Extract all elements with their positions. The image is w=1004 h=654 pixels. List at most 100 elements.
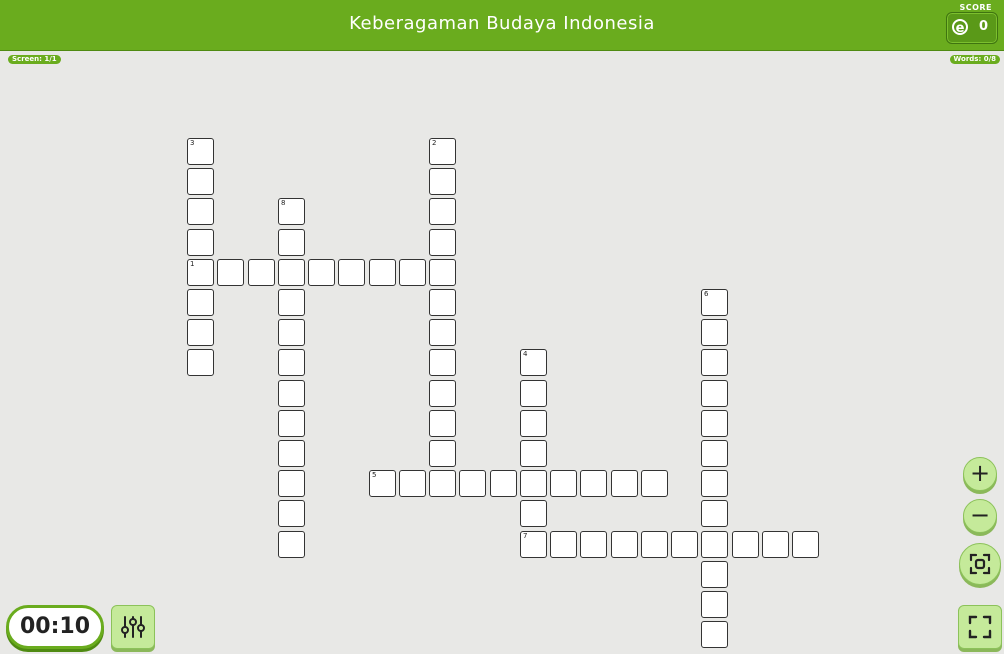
crossword-cell[interactable] (520, 380, 547, 407)
crossword-cell[interactable] (701, 500, 728, 527)
crossword-cell[interactable] (278, 531, 305, 558)
crossword-cell[interactable] (701, 621, 728, 648)
crossword-cell[interactable] (701, 591, 728, 618)
crossword-cell[interactable] (248, 259, 275, 286)
settings-button[interactable] (111, 605, 155, 649)
crossword-cell[interactable] (399, 470, 426, 497)
crossword-cell[interactable] (278, 440, 305, 467)
crossword-cell[interactable] (429, 440, 456, 467)
crossword-cell[interactable] (429, 259, 456, 286)
words-counter: Words: 0/8 (949, 55, 1000, 64)
crossword-cell[interactable] (308, 259, 335, 286)
crossword-cell[interactable]: 5 (369, 470, 396, 497)
clue-number: 3 (190, 139, 195, 147)
crossword-cell[interactable] (187, 319, 214, 346)
crossword-cell[interactable] (520, 470, 547, 497)
crossword-cell[interactable] (550, 531, 577, 558)
clue-number: 5 (372, 471, 377, 479)
crossword-cell[interactable] (429, 229, 456, 256)
clue-number: 4 (523, 350, 528, 358)
crossword-cell[interactable] (187, 198, 214, 225)
screen-counter: Screen: 1/1 (8, 55, 61, 64)
crossword-cell[interactable] (580, 470, 607, 497)
crossword-cell[interactable] (701, 349, 728, 376)
crossword-cell[interactable]: 6 (701, 289, 728, 316)
crossword-cell[interactable] (187, 168, 214, 195)
crossword-cell[interactable] (701, 561, 728, 588)
crossword-cell[interactable] (490, 470, 517, 497)
score-display: e 0 (946, 12, 998, 44)
sliders-icon (121, 616, 145, 638)
crossword-cell[interactable] (338, 259, 365, 286)
crossword-cell[interactable] (520, 500, 547, 527)
score-value: 0 (979, 19, 989, 34)
crossword-cell[interactable] (429, 168, 456, 195)
header-bar: Keberagaman Budaya Indonesia SCORE e 0 (0, 0, 1004, 51)
crossword-cell[interactable] (762, 531, 789, 558)
crossword-cell[interactable] (429, 410, 456, 437)
crossword-cell[interactable] (701, 470, 728, 497)
crossword-cell[interactable] (278, 380, 305, 407)
crossword-cell[interactable]: 1 (187, 259, 214, 286)
crossword-cell[interactable] (520, 410, 547, 437)
crossword-cell[interactable] (278, 259, 305, 286)
crossword-cell[interactable]: 7 (520, 531, 547, 558)
crossword-cell[interactable] (217, 259, 244, 286)
crossword-cell[interactable] (701, 531, 728, 558)
crossword-cell[interactable] (429, 289, 456, 316)
crossword-cell[interactable] (701, 380, 728, 407)
timer: 00:10 (6, 605, 104, 649)
crossword-cell[interactable] (187, 229, 214, 256)
crossword-cell[interactable] (520, 440, 547, 467)
page-title: Keberagaman Budaya Indonesia (349, 13, 655, 34)
zoom-in-button[interactable]: + (963, 457, 997, 491)
crossword-cell[interactable] (701, 410, 728, 437)
crossword-cell[interactable] (278, 470, 305, 497)
crossword-cell[interactable] (429, 349, 456, 376)
crossword-cell[interactable] (429, 380, 456, 407)
crossword-cell[interactable] (641, 531, 668, 558)
crossword-cell[interactable] (187, 349, 214, 376)
crossword-cell[interactable] (278, 319, 305, 346)
crossword-cell[interactable] (701, 319, 728, 346)
crossword-cell[interactable] (459, 470, 486, 497)
crossword-cell[interactable] (732, 531, 759, 558)
crossword-cell[interactable] (187, 289, 214, 316)
fullscreen-button[interactable] (958, 605, 1002, 649)
fit-to-screen-button[interactable] (959, 543, 1001, 585)
crossword-cell[interactable]: 8 (278, 198, 305, 225)
crossword-cell[interactable] (278, 289, 305, 316)
focus-frame-icon (969, 553, 991, 575)
crossword-cell[interactable] (429, 470, 456, 497)
crossword-cell[interactable] (429, 319, 456, 346)
clue-number: 2 (432, 139, 437, 147)
plus-icon: + (969, 459, 991, 487)
clue-number: 8 (281, 199, 286, 207)
crossword-cell[interactable] (278, 229, 305, 256)
crossword-cell[interactable] (550, 470, 577, 497)
crossword-cell[interactable] (671, 531, 698, 558)
crossword-cell[interactable] (369, 259, 396, 286)
clue-number: 7 (523, 532, 528, 540)
crossword-cell[interactable] (278, 410, 305, 437)
crossword-cell[interactable]: 3 (187, 138, 214, 165)
crossword-cell[interactable] (701, 440, 728, 467)
crossword-cell[interactable] (399, 259, 426, 286)
crossword-cell[interactable] (611, 531, 638, 558)
crossword-cell[interactable] (792, 531, 819, 558)
crossword-cell[interactable] (611, 470, 638, 497)
crossword-cell[interactable] (641, 470, 668, 497)
clue-number: 1 (190, 260, 195, 268)
crossword-cell[interactable] (278, 349, 305, 376)
crossword-cell[interactable] (429, 198, 456, 225)
crossword-cell[interactable] (278, 500, 305, 527)
crossword-cell[interactable]: 2 (429, 138, 456, 165)
fullscreen-icon (968, 615, 992, 639)
score-label: SCORE (959, 3, 992, 12)
clue-number: 6 (704, 290, 709, 298)
e-coin-icon: e (952, 19, 968, 36)
crossword-cell[interactable] (580, 531, 607, 558)
crossword-cell[interactable]: 4 (520, 349, 547, 376)
zoom-out-button[interactable]: − (963, 499, 997, 533)
minus-icon: − (969, 501, 991, 529)
